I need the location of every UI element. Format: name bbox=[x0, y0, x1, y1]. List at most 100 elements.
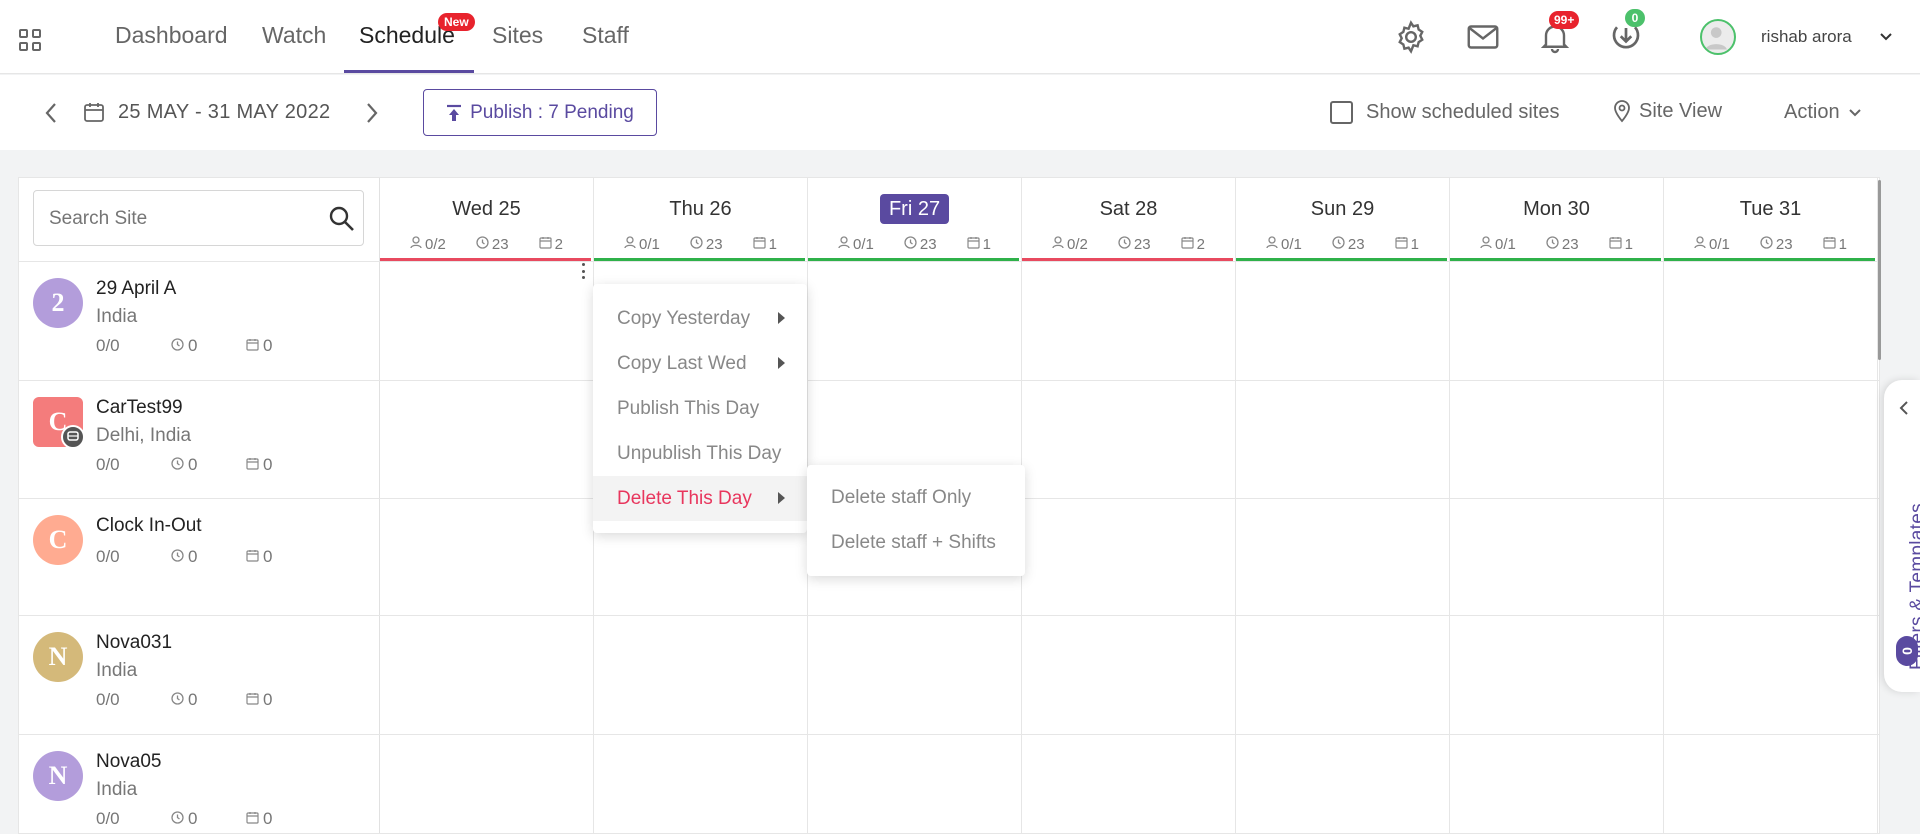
user-name[interactable]: rishab arora bbox=[1761, 27, 1852, 47]
site-shifts-stat: 0 bbox=[246, 547, 272, 567]
day-header[interactable]: Thu 26 0/1 23 1 bbox=[594, 178, 808, 261]
chevron-left-icon[interactable] bbox=[44, 102, 58, 124]
shift-cell[interactable] bbox=[808, 262, 1022, 380]
scrollbar[interactable] bbox=[1878, 180, 1881, 360]
day-stats: 0/1 23 1 bbox=[808, 236, 1021, 253]
shift-cell[interactable] bbox=[1450, 262, 1664, 380]
day-header[interactable]: Fri 27 0/1 23 1 bbox=[808, 178, 1022, 261]
calendar-icon bbox=[246, 455, 259, 475]
site-hours-stat: 0 bbox=[171, 455, 246, 475]
shift-cell[interactable] bbox=[1236, 735, 1450, 833]
shift-cell[interactable] bbox=[1450, 735, 1664, 833]
clock-icon bbox=[171, 690, 184, 710]
staff-stat: 0/1 bbox=[1266, 236, 1302, 253]
mail-icon[interactable] bbox=[1465, 19, 1501, 55]
search-input[interactable] bbox=[49, 205, 309, 233]
shifts-stat: 1 bbox=[1822, 236, 1847, 253]
shift-cell[interactable] bbox=[1022, 616, 1236, 734]
shift-cell[interactable] bbox=[1664, 381, 1878, 498]
menu-delete-staff-shifts[interactable]: Delete staff + Shifts bbox=[807, 520, 1025, 565]
day-options-icon[interactable] bbox=[576, 263, 590, 279]
shift-cell[interactable] bbox=[1022, 499, 1236, 615]
clock-icon bbox=[1118, 236, 1131, 253]
nav-dashboard[interactable]: Dashboard bbox=[115, 22, 228, 49]
menu-item-label: Delete staff + Shifts bbox=[831, 531, 996, 553]
site-name[interactable]: Nova05 bbox=[96, 751, 162, 773]
site-view-button[interactable]: Site View bbox=[1613, 99, 1722, 123]
shift-cell[interactable] bbox=[808, 616, 1022, 734]
day-header[interactable]: Tue 31 0/1 23 1 bbox=[1664, 178, 1878, 261]
shift-cell[interactable] bbox=[380, 499, 594, 615]
delete-submenu: Delete staff Only Delete staff + Shifts bbox=[807, 465, 1025, 576]
shift-cell[interactable] bbox=[594, 616, 808, 734]
menu-delete-staff-only[interactable]: Delete staff Only bbox=[807, 475, 1025, 520]
search-site-box[interactable] bbox=[33, 190, 364, 246]
day-label: Tue 31 bbox=[1739, 198, 1802, 220]
nav-staff[interactable]: Staff bbox=[582, 22, 629, 49]
shift-cell[interactable] bbox=[1664, 735, 1878, 833]
shift-cell[interactable] bbox=[1450, 381, 1664, 498]
shift-cell[interactable] bbox=[1236, 262, 1450, 380]
clock-icon bbox=[1546, 236, 1559, 253]
site-row: N Nova031 India 0/0 0 0 bbox=[19, 615, 1879, 734]
shift-cell[interactable] bbox=[1022, 381, 1236, 498]
notifications-badge: 99+ bbox=[1549, 11, 1580, 29]
schedule-toolbar: 25 MAY - 31 MAY 2022 Publish : 7 Pending… bbox=[0, 75, 1920, 150]
shifts-stat: 1 bbox=[966, 236, 991, 253]
chevron-left-icon[interactable] bbox=[1898, 400, 1910, 416]
chevron-right-icon[interactable] bbox=[365, 102, 379, 124]
avatar[interactable] bbox=[1700, 19, 1736, 55]
shift-cell[interactable] bbox=[1022, 262, 1236, 380]
clock-icon bbox=[1760, 236, 1773, 253]
search-icon[interactable] bbox=[328, 205, 356, 233]
menu-unpublish-day[interactable]: Unpublish This Day bbox=[593, 431, 807, 476]
date-range[interactable]: 25 MAY - 31 MAY 2022 bbox=[118, 101, 330, 124]
filters-templates-panel-toggle[interactable]: Filters & Templates 0 bbox=[1884, 380, 1920, 692]
site-shifts-stat: 0 bbox=[246, 690, 272, 710]
shift-cell[interactable] bbox=[1450, 616, 1664, 734]
nav-sites[interactable]: Sites bbox=[492, 22, 543, 49]
shift-cell[interactable] bbox=[380, 381, 594, 498]
shift-cell[interactable] bbox=[380, 735, 594, 833]
menu-publish-day[interactable]: Publish This Day bbox=[593, 386, 807, 431]
menu-copy-yesterday[interactable]: Copy Yesterday bbox=[593, 296, 807, 341]
day-header[interactable]: Mon 30 0/1 23 1 bbox=[1450, 178, 1664, 261]
apps-grid-icon[interactable] bbox=[19, 29, 41, 51]
shift-cell[interactable] bbox=[1236, 616, 1450, 734]
shift-cell[interactable] bbox=[1450, 499, 1664, 615]
person-icon bbox=[1694, 236, 1706, 253]
calendar-icon bbox=[966, 236, 980, 253]
calendar-icon bbox=[752, 236, 766, 253]
site-name[interactable]: Nova031 bbox=[96, 632, 172, 654]
shift-cell[interactable] bbox=[594, 735, 808, 833]
menu-delete-day[interactable]: Delete This Day bbox=[593, 476, 807, 521]
day-header[interactable]: Wed 25 0/2 23 2 bbox=[380, 178, 594, 261]
publish-button[interactable]: Publish : 7 Pending bbox=[423, 89, 657, 136]
calendar-icon[interactable] bbox=[82, 100, 106, 124]
top-nav: Dashboard Watch Schedule New Sites Staff… bbox=[0, 0, 1920, 74]
gear-icon[interactable] bbox=[1393, 19, 1429, 55]
clock-icon bbox=[690, 236, 703, 253]
shift-cell[interactable] bbox=[380, 616, 594, 734]
shift-cell[interactable] bbox=[380, 262, 594, 380]
shift-cell[interactable] bbox=[1022, 735, 1236, 833]
site-stats: 0/0 0 0 bbox=[96, 455, 272, 475]
site-name[interactable]: CarTest99 bbox=[96, 397, 183, 419]
site-shifts-stat: 0 bbox=[246, 336, 272, 356]
site-name[interactable]: Clock In-Out bbox=[96, 515, 202, 537]
menu-copy-last-wed[interactable]: Copy Last Wed bbox=[593, 341, 807, 386]
show-scheduled-checkbox[interactable] bbox=[1330, 101, 1353, 124]
day-header[interactable]: Sun 29 0/1 23 1 bbox=[1236, 178, 1450, 261]
nav-watch[interactable]: Watch bbox=[262, 22, 326, 49]
action-dropdown[interactable]: Action bbox=[1784, 101, 1862, 124]
shift-cell[interactable] bbox=[1664, 262, 1878, 380]
day-header[interactable]: Sat 28 0/2 23 2 bbox=[1022, 178, 1236, 261]
chevron-down-icon[interactable] bbox=[1879, 31, 1893, 43]
shift-cell[interactable] bbox=[1664, 616, 1878, 734]
show-scheduled-label[interactable]: Show scheduled sites bbox=[1366, 101, 1559, 124]
shift-cell[interactable] bbox=[1236, 499, 1450, 615]
shift-cell[interactable] bbox=[1664, 499, 1878, 615]
shift-cell[interactable] bbox=[808, 735, 1022, 833]
site-name[interactable]: 29 April A bbox=[96, 278, 176, 300]
shift-cell[interactable] bbox=[1236, 381, 1450, 498]
